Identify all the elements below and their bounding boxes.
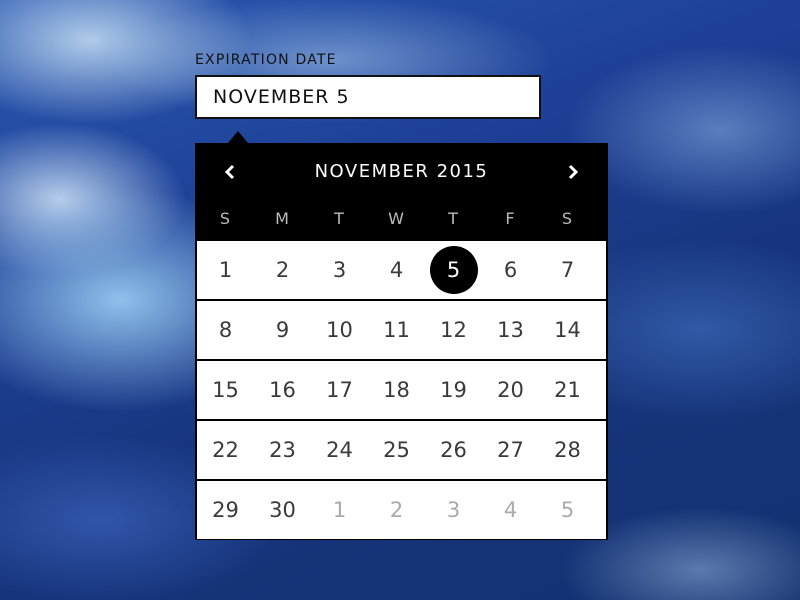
calendar-day-number: 4 xyxy=(503,498,518,522)
expiration-date-input[interactable] xyxy=(195,75,541,119)
calendar-week-row: 22 23 24 25 26 27 28 xyxy=(197,421,606,479)
calendar-day[interactable]: 28 xyxy=(539,421,596,479)
calendar-day-number: 15 xyxy=(212,378,239,402)
calendar-day-number: 13 xyxy=(497,318,524,342)
calendar-day-number: 11 xyxy=(383,318,410,342)
calendar-day[interactable]: 7 xyxy=(539,241,596,299)
calendar-day-number: 9 xyxy=(275,318,290,342)
calendar-day-number: 5 xyxy=(560,498,575,522)
calendar-day[interactable]: 22 xyxy=(197,421,254,479)
calendar-day-outside-month[interactable]: 3 xyxy=(425,481,482,539)
date-picker-calendar: NOVEMBER 2015 S M T W T F S 1 2 3 4 5 6 7 8 9 10 1… xyxy=(195,143,608,540)
calendar-day[interactable]: 20 xyxy=(482,361,539,419)
calendar-day-number: 26 xyxy=(440,438,467,462)
expiration-date-label: EXPIRATION DATE xyxy=(195,52,337,68)
calendar-day-outside-month[interactable]: 2 xyxy=(368,481,425,539)
calendar-day-number: 16 xyxy=(269,378,296,402)
calendar-day[interactable]: 11 xyxy=(368,301,425,359)
calendar-week-row: 1 2 3 4 5 6 7 xyxy=(197,241,606,299)
calendar-day-number: 1 xyxy=(218,258,233,282)
weekday-label: F xyxy=(505,209,516,228)
calendar-day-number: 23 xyxy=(269,438,296,462)
calendar-day[interactable]: 4 xyxy=(368,241,425,299)
weekday-label: T xyxy=(334,209,345,228)
calendar-day-number: 28 xyxy=(554,438,581,462)
calendar-day[interactable]: 17 xyxy=(311,361,368,419)
calendar-day-number: 25 xyxy=(383,438,410,462)
weekday-label: T xyxy=(448,209,459,228)
calendar-day[interactable]: 14 xyxy=(539,301,596,359)
calendar-day[interactable]: 6 xyxy=(482,241,539,299)
calendar-day-number: 10 xyxy=(326,318,353,342)
calendar-day-selected[interactable]: 5 xyxy=(425,241,482,299)
calendar-day[interactable]: 10 xyxy=(311,301,368,359)
calendar-day-number: 22 xyxy=(212,438,239,462)
calendar-week-row: 8 9 10 11 12 13 14 xyxy=(197,301,606,359)
calendar-day-number: 5 xyxy=(429,246,478,294)
weekday-label: S xyxy=(219,209,232,228)
calendar-day[interactable]: 29 xyxy=(197,481,254,539)
calendar-day[interactable]: 2 xyxy=(254,241,311,299)
calendar-day-number: 24 xyxy=(326,438,353,462)
calendar-day[interactable]: 23 xyxy=(254,421,311,479)
calendar-day-number: 27 xyxy=(497,438,524,462)
calendar-day[interactable]: 16 xyxy=(254,361,311,419)
calendar-day[interactable]: 18 xyxy=(368,361,425,419)
calendar-day-number: 19 xyxy=(440,378,467,402)
calendar-day[interactable]: 25 xyxy=(368,421,425,479)
next-month-button[interactable] xyxy=(559,157,587,187)
weekday-label: S xyxy=(561,209,574,228)
calendar-day[interactable]: 21 xyxy=(539,361,596,419)
calendar-day-number: 2 xyxy=(389,498,404,522)
calendar-day-outside-month[interactable]: 1 xyxy=(311,481,368,539)
calendar-day-number: 8 xyxy=(218,318,233,342)
calendar-day-number: 29 xyxy=(212,498,239,522)
calendar-day[interactable]: 1 xyxy=(197,241,254,299)
calendar-day[interactable]: 9 xyxy=(254,301,311,359)
calendar-day-number: 30 xyxy=(269,498,296,522)
calendar-day-outside-month[interactable]: 5 xyxy=(539,481,596,539)
calendar-day-number: 14 xyxy=(554,318,581,342)
calendar-day-number: 12 xyxy=(440,318,467,342)
calendar-grid: 1 2 3 4 5 6 7 8 9 10 11 12 13 14 15 16 17 18 19 20 21 22 23 24 2… xyxy=(197,241,606,541)
calendar-day-number: 3 xyxy=(446,498,461,522)
weekday-label: W xyxy=(388,209,405,228)
calendar-day[interactable]: 24 xyxy=(311,421,368,479)
calendar-header: NOVEMBER 2015 xyxy=(197,145,606,199)
chevron-right-icon xyxy=(568,164,579,180)
calendar-day[interactable]: 3 xyxy=(311,241,368,299)
calendar-day-number: 3 xyxy=(332,258,347,282)
calendar-day[interactable]: 19 xyxy=(425,361,482,419)
month-title: NOVEMBER 2015 xyxy=(314,161,489,182)
calendar-day[interactable]: 13 xyxy=(482,301,539,359)
calendar-day[interactable]: 8 xyxy=(197,301,254,359)
calendar-day[interactable]: 30 xyxy=(254,481,311,539)
calendar-week-row: 29 30 1 2 3 4 5 xyxy=(197,481,606,539)
popover-pointer xyxy=(228,131,248,143)
calendar-day-number: 6 xyxy=(503,258,518,282)
calendar-day-number: 2 xyxy=(275,258,290,282)
calendar-day-outside-month[interactable]: 4 xyxy=(482,481,539,539)
calendar-day-number: 20 xyxy=(497,378,524,402)
calendar-day-number: 18 xyxy=(383,378,410,402)
calendar-day-number: 21 xyxy=(554,378,581,402)
weekday-label: M xyxy=(275,209,290,228)
calendar-week-row: 15 16 17 18 19 20 21 xyxy=(197,361,606,419)
calendar-day-number: 1 xyxy=(332,498,347,522)
calendar-day[interactable]: 27 xyxy=(482,421,539,479)
calendar-day[interactable]: 26 xyxy=(425,421,482,479)
calendar-day-number: 7 xyxy=(560,258,575,282)
calendar-day-number: 4 xyxy=(389,258,404,282)
weekday-header-row: S M T W T F S xyxy=(197,199,606,241)
calendar-day[interactable]: 12 xyxy=(425,301,482,359)
calendar-day-number: 17 xyxy=(326,378,353,402)
calendar-day[interactable]: 15 xyxy=(197,361,254,419)
